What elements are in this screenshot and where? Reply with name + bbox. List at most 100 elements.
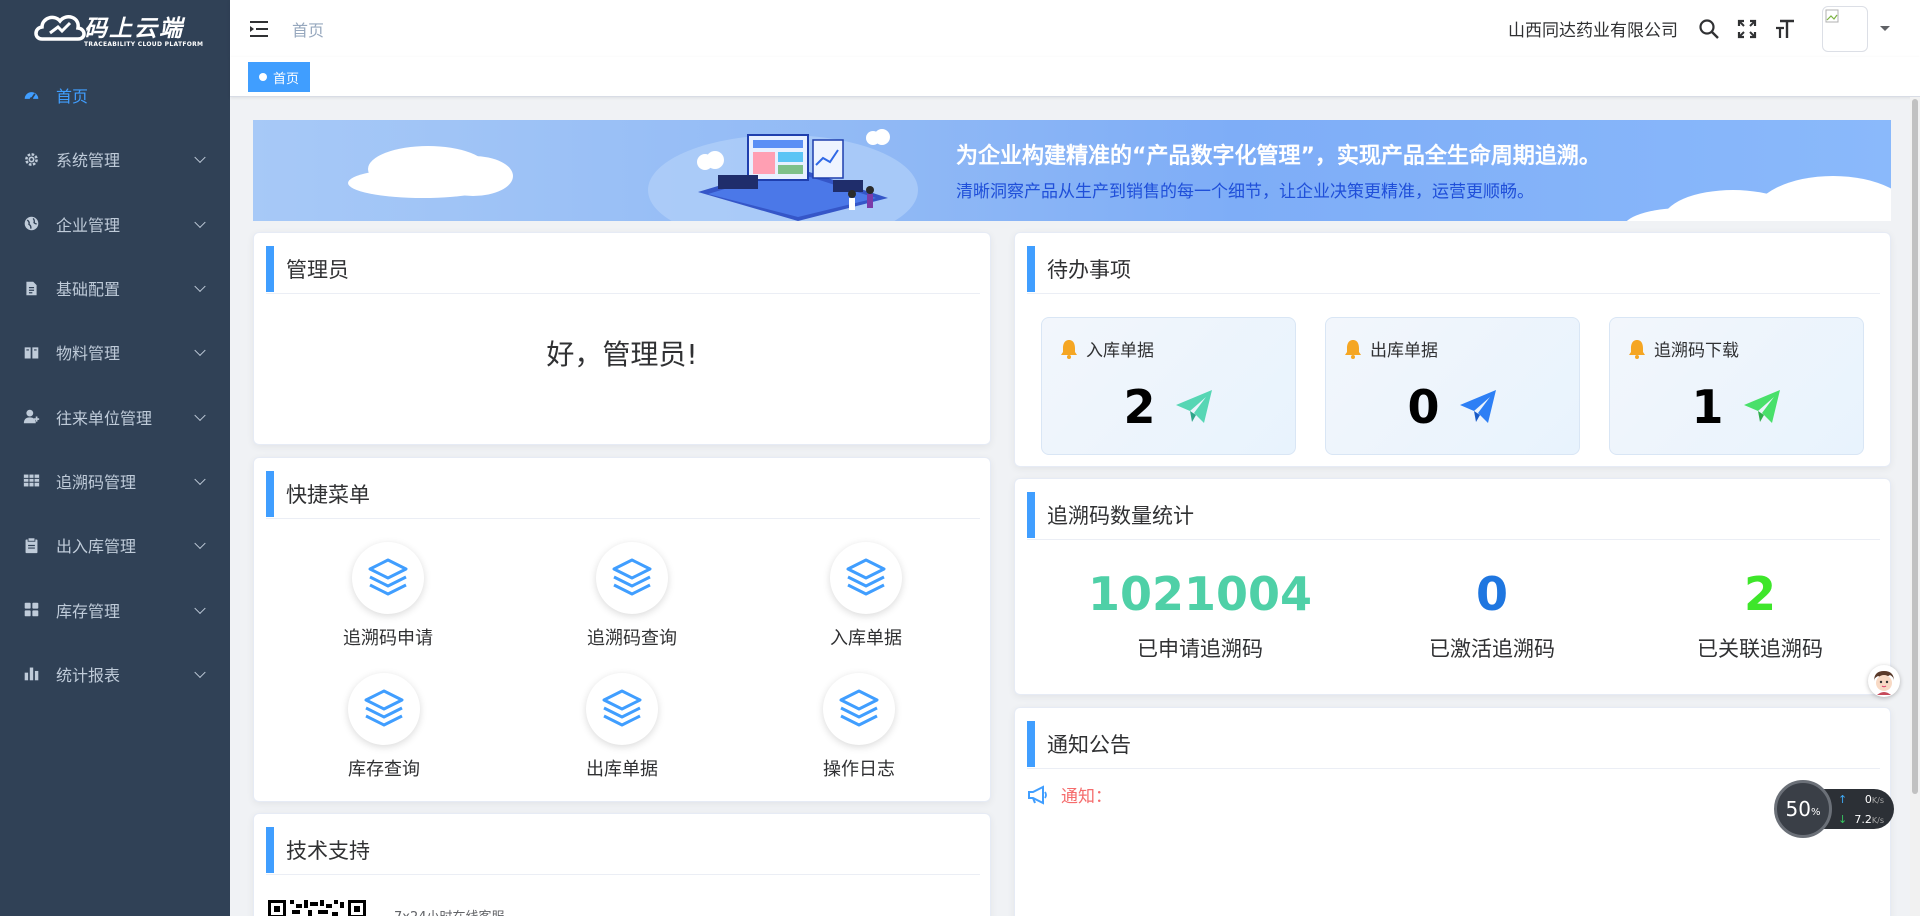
gear-icon [22, 150, 40, 168]
breadcrumb[interactable]: 首页 [292, 17, 324, 41]
sidebar-item-home[interactable]: 首页 [0, 63, 230, 127]
bell-icon [1345, 339, 1361, 359]
layers-icon [352, 542, 424, 614]
fullscreen-icon[interactable] [1736, 18, 1758, 40]
user-dropdown[interactable] [1822, 5, 1890, 52]
grid-icon [22, 601, 40, 619]
card-accent-bar [266, 827, 274, 873]
download-arrow-icon: ↓ [1838, 812, 1848, 826]
sidebar-item-label: 追溯码管理 [56, 472, 137, 492]
quick-item-inbound[interactable]: 入库单据 [796, 542, 936, 650]
todo-label: 追溯码下载 [1654, 341, 1739, 361]
logo[interactable]: 码上云端 TRACEABILITY CLOUD PLATFORM [0, 0, 230, 57]
banner-subline: 清晰洞察产品从生产到销售的每一个细节，让企业决策更精准，运营更顺畅。 [956, 182, 1534, 202]
sidebar-item-inout[interactable]: 出入库管理 [0, 513, 230, 577]
bell-icon [1629, 339, 1645, 359]
quick-item-inventory-query[interactable]: 库存查询 [314, 673, 454, 781]
stat-label: 已激活追溯码 [1429, 637, 1555, 661]
card-accent-bar [1027, 721, 1035, 767]
banner: 为企业构建精准的“产品数字化管理”，实现产品全生命周期追溯。 清晰洞察产品从生产… [253, 120, 1891, 221]
navbar-right: 山西同达药业有限公司 [1508, 0, 1890, 57]
avatar[interactable] [1822, 5, 1868, 52]
scrollbar-thumb[interactable] [1912, 99, 1918, 794]
quick-item-label: 出库单据 [586, 759, 658, 780]
stat-activated: 0 已激活追溯码 [1357, 567, 1627, 663]
quick-item-operation-log[interactable]: 操作日志 [789, 673, 929, 781]
card-title: 通知公告 [1047, 733, 1131, 757]
todo-count: 0 [1407, 380, 1440, 434]
paper-plane-icon [1743, 390, 1780, 423]
clipboard-icon [22, 536, 40, 554]
stat-linked: 2 已关联追溯码 [1625, 567, 1895, 663]
sidebar-item-partners[interactable]: 往来单位管理 [0, 384, 230, 448]
sidebar-item-system[interactable]: 系统管理 [0, 127, 230, 191]
quick-item-outbound[interactable]: 出库单据 [552, 673, 692, 781]
sidebar-item-label: 首页 [56, 87, 89, 107]
notice-card: 通知公告 通知： [1014, 707, 1891, 916]
sidebar-item-reports[interactable]: 统计报表 [0, 642, 230, 706]
page-scrollbar[interactable] [1910, 97, 1920, 916]
hamburger-menu-icon[interactable] [248, 19, 270, 39]
chevron-down-icon [194, 602, 206, 614]
greeting-text: 好，管理员! [546, 338, 698, 371]
stat-label: 已申请追溯码 [1137, 637, 1263, 661]
card-title: 技术支持 [286, 839, 370, 863]
tag-label: 首页 [273, 71, 300, 87]
assistant-avatar-icon[interactable] [1868, 665, 1900, 697]
search-icon[interactable] [1698, 18, 1720, 40]
dot-icon [259, 73, 267, 81]
notice-item[interactable]: 通知： [1027, 782, 1112, 807]
font-size-icon[interactable] [1774, 18, 1796, 40]
card-header: 快捷菜单 [266, 470, 980, 519]
navbar: 首页 山西同达药业有限公司 [230, 0, 1920, 57]
todo-item-trace-download[interactable]: 追溯码下载 1 [1609, 317, 1864, 455]
banner-headline: 为企业构建精准的“产品数字化管理”，实现产品全生命周期追溯。 [956, 144, 1601, 169]
layers-icon [596, 542, 668, 614]
stat-label: 已关联追溯码 [1697, 637, 1823, 661]
document-icon [22, 279, 40, 297]
sidebar-item-enterprise[interactable]: 企业管理 [0, 192, 230, 256]
card-accent-bar [266, 471, 274, 517]
paper-plane-icon [1175, 390, 1212, 423]
stat-value: 0 [1475, 567, 1508, 621]
table-icon [22, 472, 40, 490]
user-group-icon [22, 408, 40, 426]
todo-item-outbound[interactable]: 出库单据 0 [1325, 317, 1580, 455]
network-speed-widget[interactable]: 50% ↑ 0K/s ↓ 7.2K/s [1774, 780, 1894, 838]
sidebar-item-trace-code[interactable]: 追溯码管理 [0, 449, 230, 513]
bar-chart-icon [22, 665, 40, 683]
sidebar-item-label: 企业管理 [56, 215, 121, 235]
quick-menu-card: 快捷菜单 追溯码申请 追溯码查询 入库单据 库存查询 出库单据 操作日志 [253, 457, 991, 802]
card-title: 追溯码数量统计 [1047, 504, 1194, 528]
quick-item-label: 入库单据 [830, 628, 902, 649]
tag-home[interactable]: 首页 [248, 62, 311, 92]
chevron-down-icon [194, 409, 206, 421]
card-accent-bar [1027, 492, 1035, 538]
quick-item-trace-apply[interactable]: 追溯码申请 [318, 542, 458, 650]
todo-item-inbound[interactable]: 入库单据 2 [1041, 317, 1296, 455]
data-platform-illustration [638, 120, 928, 221]
speed-unit: K/s [1871, 815, 1884, 825]
layers-icon [830, 542, 902, 614]
layers-icon [823, 673, 895, 745]
sidebar-item-base-config[interactable]: 基础配置 [0, 256, 230, 320]
sidebar-item-label: 出入库管理 [56, 537, 137, 557]
chevron-down-icon [194, 345, 206, 357]
download-speed: 7.2 [1854, 812, 1872, 826]
paper-plane-icon [1459, 390, 1496, 423]
speed-percent-value: 50 [1785, 797, 1811, 821]
sidebar-item-material[interactable]: 物料管理 [0, 320, 230, 384]
card-header: 技术支持 [266, 826, 980, 875]
tags-view: 首页 [230, 57, 1920, 97]
quick-item-label: 操作日志 [823, 759, 895, 780]
sidebar-item-label: 物料管理 [56, 344, 121, 364]
quick-item-trace-query[interactable]: 追溯码查询 [562, 542, 702, 650]
upload-speed: 0 [1864, 792, 1872, 806]
card-title: 待办事项 [1047, 258, 1131, 282]
sidebar-item-inventory[interactable]: 库存管理 [0, 577, 230, 641]
sidebar-item-label: 系统管理 [56, 151, 121, 171]
stat-value: 1021004 [1087, 567, 1313, 621]
notice-label: 通知： [1061, 787, 1112, 807]
speed-percent: 50% [1774, 780, 1832, 838]
book-icon [22, 343, 40, 361]
